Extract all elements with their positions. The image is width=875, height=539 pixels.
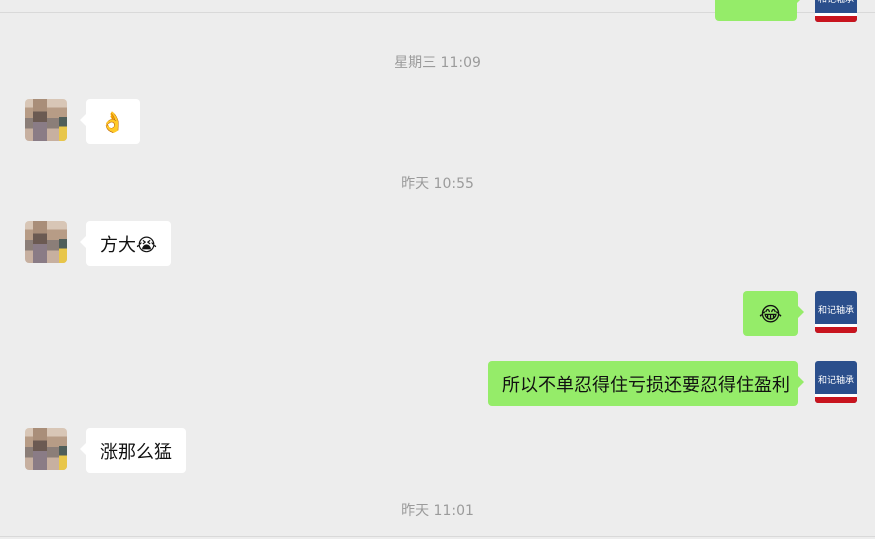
message-text: 涨那么猛 <box>100 441 172 463</box>
message-text: 方大😭 <box>100 234 158 256</box>
contact-avatar[interactable] <box>25 221 67 263</box>
message-bubble-text[interactable]: 涨那么猛 <box>80 428 186 473</box>
contact-avatar[interactable] <box>25 99 67 141</box>
message-bubble-ok-emoji[interactable]: 👌 <box>80 99 140 144</box>
message-bubble-laugh-emoji[interactable]: 😂 <box>743 291 804 336</box>
tears-of-joy-emoji: 😂 <box>758 301 783 326</box>
message-bubble-text[interactable]: 方大😭 <box>79 221 172 266</box>
timestamp: 昨天 11:01 <box>401 503 474 519</box>
message-text: 所以不单忍得住亏损还要忍得住盈利 <box>502 374 790 396</box>
self-avatar[interactable]: 和记轴承 <box>815 291 857 333</box>
timestamp: 星期三 11:09 <box>394 55 481 71</box>
message-bubble-text[interactable]: 所以不单忍得住亏损还要忍得住盈利 <box>488 361 804 406</box>
partial-outgoing-bubble[interactable] <box>715 0 803 21</box>
contact-avatar[interactable] <box>25 428 67 470</box>
self-avatar[interactable]: 和记轴承 <box>815 361 857 403</box>
ok-hand-emoji: 👌 <box>100 109 125 134</box>
self-avatar-partial[interactable]: 和记轴承 <box>815 0 857 22</box>
timestamp: 昨天 10:55 <box>401 176 474 192</box>
bottom-divider <box>0 536 875 537</box>
